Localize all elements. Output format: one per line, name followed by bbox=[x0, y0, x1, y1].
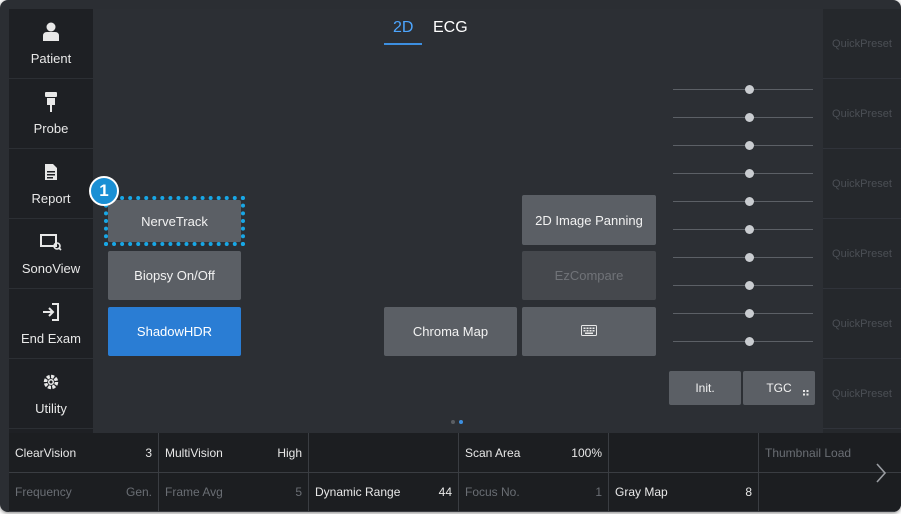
tgc-slider[interactable] bbox=[673, 201, 813, 202]
main-control-area: 2D ECG NerveTrack 1 Biopsy On/Off Shadow… bbox=[89, 9, 823, 433]
tgc-label: TGC bbox=[766, 381, 792, 395]
quick-preset-button[interactable]: QuickPreset bbox=[823, 79, 901, 149]
param-multivision[interactable]: MultiVision High bbox=[159, 433, 309, 473]
sidebar-item-probe[interactable]: Probe bbox=[9, 79, 93, 149]
tgc-init-button[interactable]: Init. bbox=[669, 371, 741, 405]
tgc-knob[interactable] bbox=[745, 113, 754, 122]
sidebar-item-label: Patient bbox=[30, 51, 72, 66]
param-dynamic-range[interactable]: Dynamic Range 44 bbox=[309, 473, 459, 512]
param-empty-slot bbox=[609, 433, 759, 473]
parameter-grid: ClearVision 3 MultiVision High Scan Area… bbox=[9, 433, 901, 512]
param-value: 5 bbox=[295, 485, 302, 499]
chroma-map-button[interactable]: Chroma Map bbox=[384, 307, 517, 356]
callout-number-badge: 1 bbox=[89, 176, 119, 206]
param-frame-avg[interactable]: Frame Avg 5 bbox=[159, 473, 309, 512]
quick-preset-button[interactable]: QuickPreset bbox=[823, 359, 901, 429]
param-label: ClearVision bbox=[15, 445, 77, 460]
param-value: Gen. bbox=[125, 485, 152, 499]
sidebar-item-report[interactable]: Report bbox=[9, 149, 93, 219]
param-scan-area[interactable]: Scan Area 100% bbox=[459, 433, 609, 473]
tgc-slider[interactable] bbox=[673, 145, 813, 146]
sidebar-item-label: SonoView bbox=[21, 261, 81, 276]
param-value: 44 bbox=[438, 485, 452, 499]
biopsy-toggle-button[interactable]: Biopsy On/Off bbox=[108, 251, 241, 300]
param-value: 3 bbox=[145, 445, 152, 460]
tgc-slider-group bbox=[673, 9, 813, 359]
tgc-knob[interactable] bbox=[745, 309, 754, 318]
param-focus-no[interactable]: Focus No. 1 bbox=[459, 473, 609, 512]
page-dot-active[interactable] bbox=[459, 420, 463, 424]
sonoview-icon bbox=[40, 231, 62, 253]
person-icon bbox=[42, 21, 60, 43]
tgc-knob[interactable] bbox=[745, 85, 754, 94]
shadowhdr-button[interactable]: ShadowHDR bbox=[108, 307, 241, 356]
tgc-slider[interactable] bbox=[673, 229, 813, 230]
tgc-slider[interactable] bbox=[673, 285, 813, 286]
param-label: MultiVision bbox=[165, 445, 223, 460]
sidebar-item-sonoview[interactable]: SonoView bbox=[9, 219, 93, 289]
grid-dots-icon bbox=[803, 385, 809, 399]
param-label: Frame Avg bbox=[165, 485, 223, 499]
tgc-toggle-button[interactable]: TGC bbox=[743, 371, 815, 405]
quick-preset-button[interactable]: QuickPreset bbox=[823, 219, 901, 289]
chevron-right-icon[interactable] bbox=[875, 462, 887, 484]
tgc-slider[interactable] bbox=[673, 341, 813, 342]
tgc-knob[interactable] bbox=[745, 225, 754, 234]
exit-icon bbox=[42, 301, 60, 323]
ezcompare-button[interactable]: EzCompare bbox=[522, 251, 656, 300]
tgc-knob[interactable] bbox=[745, 253, 754, 262]
left-sidebar: Patient Probe Report SonoView End Exam U… bbox=[9, 9, 93, 433]
document-icon bbox=[44, 161, 58, 183]
tgc-knob[interactable] bbox=[745, 337, 754, 346]
keyboard-icon bbox=[581, 324, 597, 339]
gear-icon bbox=[42, 371, 60, 393]
sidebar-item-label: End Exam bbox=[21, 331, 81, 346]
tgc-slider[interactable] bbox=[673, 257, 813, 258]
tgc-slider[interactable] bbox=[673, 117, 813, 118]
param-label: Scan Area bbox=[465, 445, 521, 460]
quick-preset-button[interactable]: QuickPreset bbox=[823, 9, 901, 79]
nervetrack-button[interactable]: NerveTrack bbox=[108, 200, 241, 242]
tgc-slider[interactable] bbox=[673, 173, 813, 174]
param-gray-map[interactable]: Gray Map 8 bbox=[609, 473, 759, 512]
sidebar-item-utility[interactable]: Utility bbox=[9, 359, 93, 429]
quick-preset-button[interactable]: QuickPreset bbox=[823, 149, 901, 219]
param-label: Dynamic Range bbox=[315, 485, 401, 499]
param-value: 1 bbox=[595, 485, 602, 499]
sidebar-item-label: Report bbox=[31, 191, 71, 206]
param-label: Focus No. bbox=[465, 485, 520, 499]
tgc-slider[interactable] bbox=[673, 313, 813, 314]
sidebar-item-end-exam[interactable]: End Exam bbox=[9, 289, 93, 359]
image-panning-button[interactable]: 2D Image Panning bbox=[522, 195, 656, 245]
active-tab-indicator bbox=[384, 43, 422, 45]
param-label: Thumbnail Load bbox=[765, 445, 852, 460]
tgc-knob[interactable] bbox=[745, 281, 754, 290]
param-value: 100% bbox=[571, 445, 602, 460]
keyboard-button[interactable] bbox=[522, 307, 656, 356]
quick-preset-column: QuickPreset QuickPreset QuickPreset Quic… bbox=[823, 9, 901, 433]
param-value: 8 bbox=[745, 485, 752, 499]
sidebar-item-label: Probe bbox=[33, 121, 69, 136]
tgc-knob[interactable] bbox=[745, 169, 754, 178]
sidebar-item-label: Utility bbox=[35, 401, 67, 416]
quick-preset-button[interactable]: QuickPreset bbox=[823, 289, 901, 359]
param-label: Gray Map bbox=[615, 485, 668, 499]
param-frequency[interactable]: Frequency Gen. bbox=[9, 473, 159, 512]
sidebar-item-patient[interactable]: Patient bbox=[9, 9, 93, 79]
probe-icon bbox=[44, 91, 58, 113]
param-empty-slot bbox=[309, 433, 459, 473]
ultrasound-touch-panel: Patient Probe Report SonoView End Exam U… bbox=[0, 0, 901, 512]
param-clearvision[interactable]: ClearVision 3 bbox=[9, 433, 159, 473]
tab-2d[interactable]: 2D bbox=[393, 19, 413, 37]
tgc-knob[interactable] bbox=[745, 141, 754, 150]
param-label: Frequency bbox=[15, 485, 72, 499]
page-dot[interactable] bbox=[451, 420, 455, 424]
tgc-slider[interactable] bbox=[673, 89, 813, 90]
tgc-knob[interactable] bbox=[745, 197, 754, 206]
tab-ecg[interactable]: ECG bbox=[433, 19, 468, 37]
param-value: High bbox=[277, 445, 302, 460]
